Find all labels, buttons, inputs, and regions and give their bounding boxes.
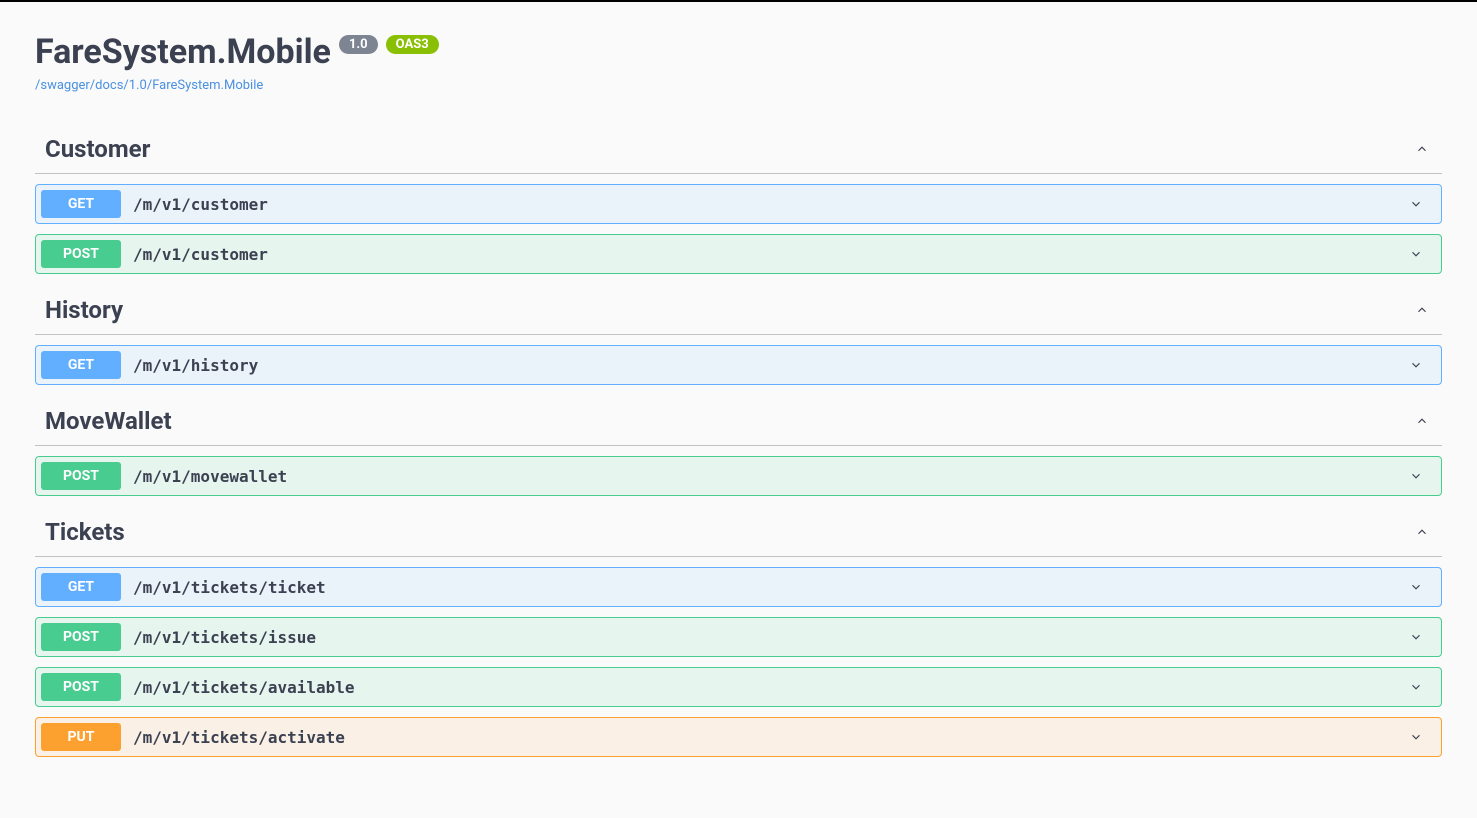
chevron-down-icon <box>1406 577 1426 597</box>
operation-path: /m/v1/customer <box>121 195 1406 214</box>
operation-path: /m/v1/tickets/available <box>121 678 1406 697</box>
operation-path: /m/v1/tickets/ticket <box>121 578 1406 597</box>
method-badge: PUT <box>41 723 121 751</box>
operation-row[interactable]: GET/m/v1/customer <box>35 184 1442 224</box>
tag-name: History <box>45 296 123 324</box>
oas-badge: OAS3 <box>386 35 439 54</box>
method-badge: GET <box>41 190 121 218</box>
chevron-down-icon <box>1406 466 1426 486</box>
method-badge: GET <box>41 351 121 379</box>
chevron-up-icon <box>1412 522 1432 542</box>
chevron-down-icon <box>1406 627 1426 647</box>
tag-header[interactable]: History <box>35 284 1442 335</box>
tag-header[interactable]: Tickets <box>35 506 1442 557</box>
chevron-up-icon <box>1412 139 1432 159</box>
operation-row[interactable]: GET/m/v1/tickets/ticket <box>35 567 1442 607</box>
method-badge: GET <box>41 573 121 601</box>
tag-header[interactable]: MoveWallet <box>35 395 1442 446</box>
operation-path: /m/v1/history <box>121 356 1406 375</box>
operation-path: /m/v1/tickets/issue <box>121 628 1406 647</box>
chevron-down-icon <box>1406 194 1426 214</box>
tag-section: History GET/m/v1/history <box>35 284 1442 385</box>
method-badge: POST <box>41 673 121 701</box>
api-header: FareSystem.Mobile 1.0 OAS3 /swagger/docs… <box>35 32 1442 93</box>
operation-path: /m/v1/tickets/activate <box>121 728 1406 747</box>
operation-row[interactable]: POST/m/v1/customer <box>35 234 1442 274</box>
chevron-up-icon <box>1412 300 1432 320</box>
operations-list: GET/m/v1/customerPOST/m/v1/customer <box>35 184 1442 274</box>
operation-row[interactable]: POST/m/v1/movewallet <box>35 456 1442 496</box>
operation-path: /m/v1/customer <box>121 245 1406 264</box>
operation-row[interactable]: PUT/m/v1/tickets/activate <box>35 717 1442 757</box>
tag-name: MoveWallet <box>45 407 172 435</box>
docs-link[interactable]: /swagger/docs/1.0/FareSystem.Mobile <box>35 78 1442 93</box>
chevron-down-icon <box>1406 244 1426 264</box>
chevron-up-icon <box>1412 411 1432 431</box>
operation-row[interactable]: POST/m/v1/tickets/issue <box>35 617 1442 657</box>
operations-list: GET/m/v1/tickets/ticket POST/m/v1/tickets… <box>35 567 1442 757</box>
method-badge: POST <box>41 240 121 268</box>
tag-section: MoveWallet POST/m/v1/movewallet <box>35 395 1442 496</box>
tag-name: Customer <box>45 135 150 163</box>
version-badge: 1.0 <box>339 35 378 54</box>
chevron-down-icon <box>1406 677 1426 697</box>
tag-section: CustomerGET/m/v1/customerPOST/m/v1/custo… <box>35 123 1442 274</box>
api-title: FareSystem.Mobile <box>35 32 331 72</box>
operation-path: /m/v1/movewallet <box>121 467 1406 486</box>
operations-list: POST/m/v1/movewallet <box>35 456 1442 496</box>
tags-container: CustomerGET/m/v1/customerPOST/m/v1/custo… <box>35 123 1442 757</box>
operation-row[interactable]: POST/m/v1/tickets/available <box>35 667 1442 707</box>
swagger-ui: FareSystem.Mobile 1.0 OAS3 /swagger/docs… <box>0 2 1477 797</box>
method-badge: POST <box>41 623 121 651</box>
method-badge: POST <box>41 462 121 490</box>
tag-header[interactable]: Customer <box>35 123 1442 174</box>
chevron-down-icon <box>1406 355 1426 375</box>
tag-section: Tickets GET/m/v1/tickets/ticket POST/m/v1/… <box>35 506 1442 757</box>
tag-name: Tickets <box>45 518 125 546</box>
chevron-down-icon <box>1406 727 1426 747</box>
operations-list: GET/m/v1/history <box>35 345 1442 385</box>
operation-row[interactable]: GET/m/v1/history <box>35 345 1442 385</box>
